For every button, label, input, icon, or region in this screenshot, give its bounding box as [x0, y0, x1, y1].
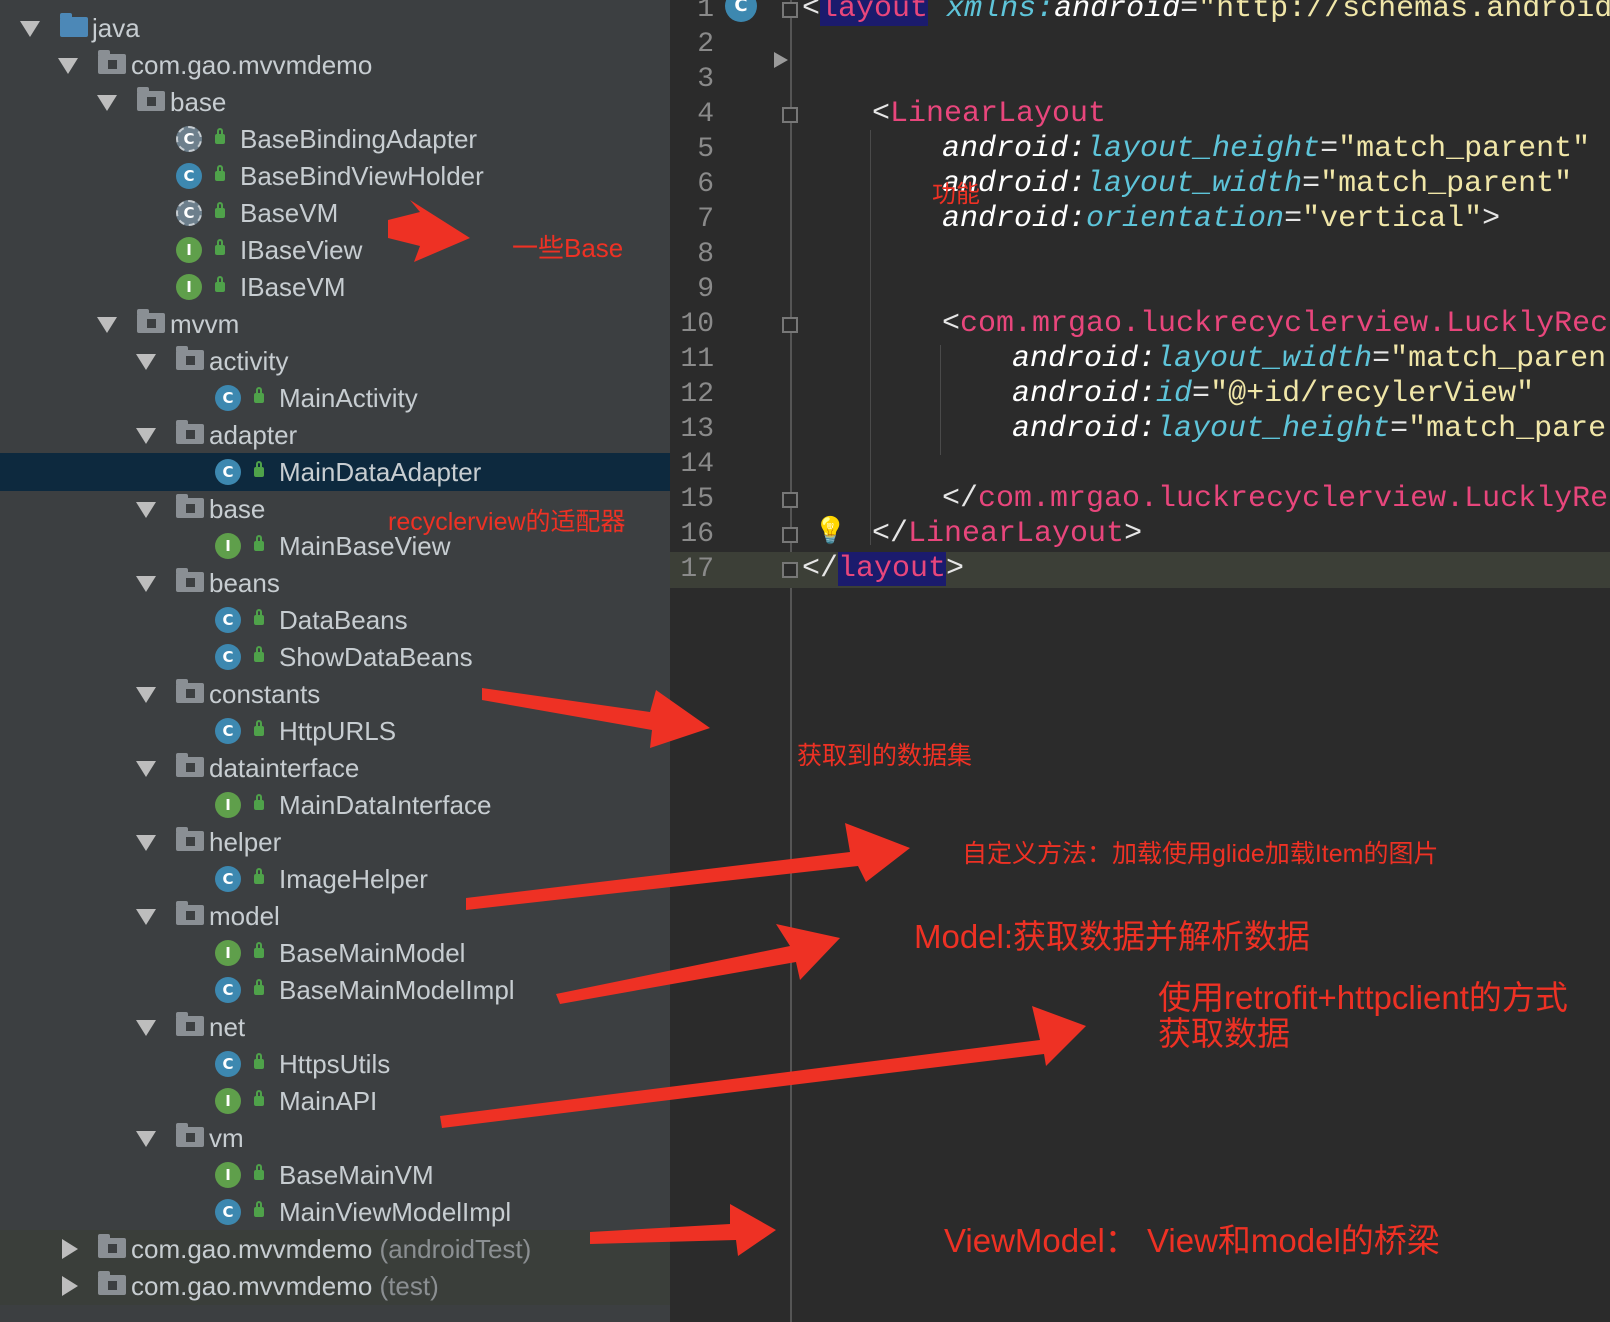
annotation-model: Model:获取数据并解析数据 [914, 918, 1311, 955]
annotation-arrows [388, 200, 1086, 1256]
arrow-beans [482, 688, 710, 748]
arrow-helper [466, 823, 910, 910]
annotation-vm: ViewModel： View和model的桥梁 [944, 1222, 1440, 1259]
arrow-net [440, 1006, 1086, 1128]
arrow-base [388, 200, 470, 262]
annotation-base: 一些Base [512, 233, 624, 263]
arrow-model [556, 924, 840, 1004]
annotation-beans: 获取到的数据集 [797, 742, 973, 770]
arrow-vm [590, 1204, 776, 1256]
annotation-function: 功能 [932, 181, 980, 208]
annotation-adapter: recyclerview的适配器 [388, 508, 626, 536]
annotation-net: 使用retrofit+httpclient的方式 获取数据 [1158, 979, 1568, 1052]
annotation-helper: 自定义方法：加载使用glide加载Item的图片 [962, 840, 1439, 868]
